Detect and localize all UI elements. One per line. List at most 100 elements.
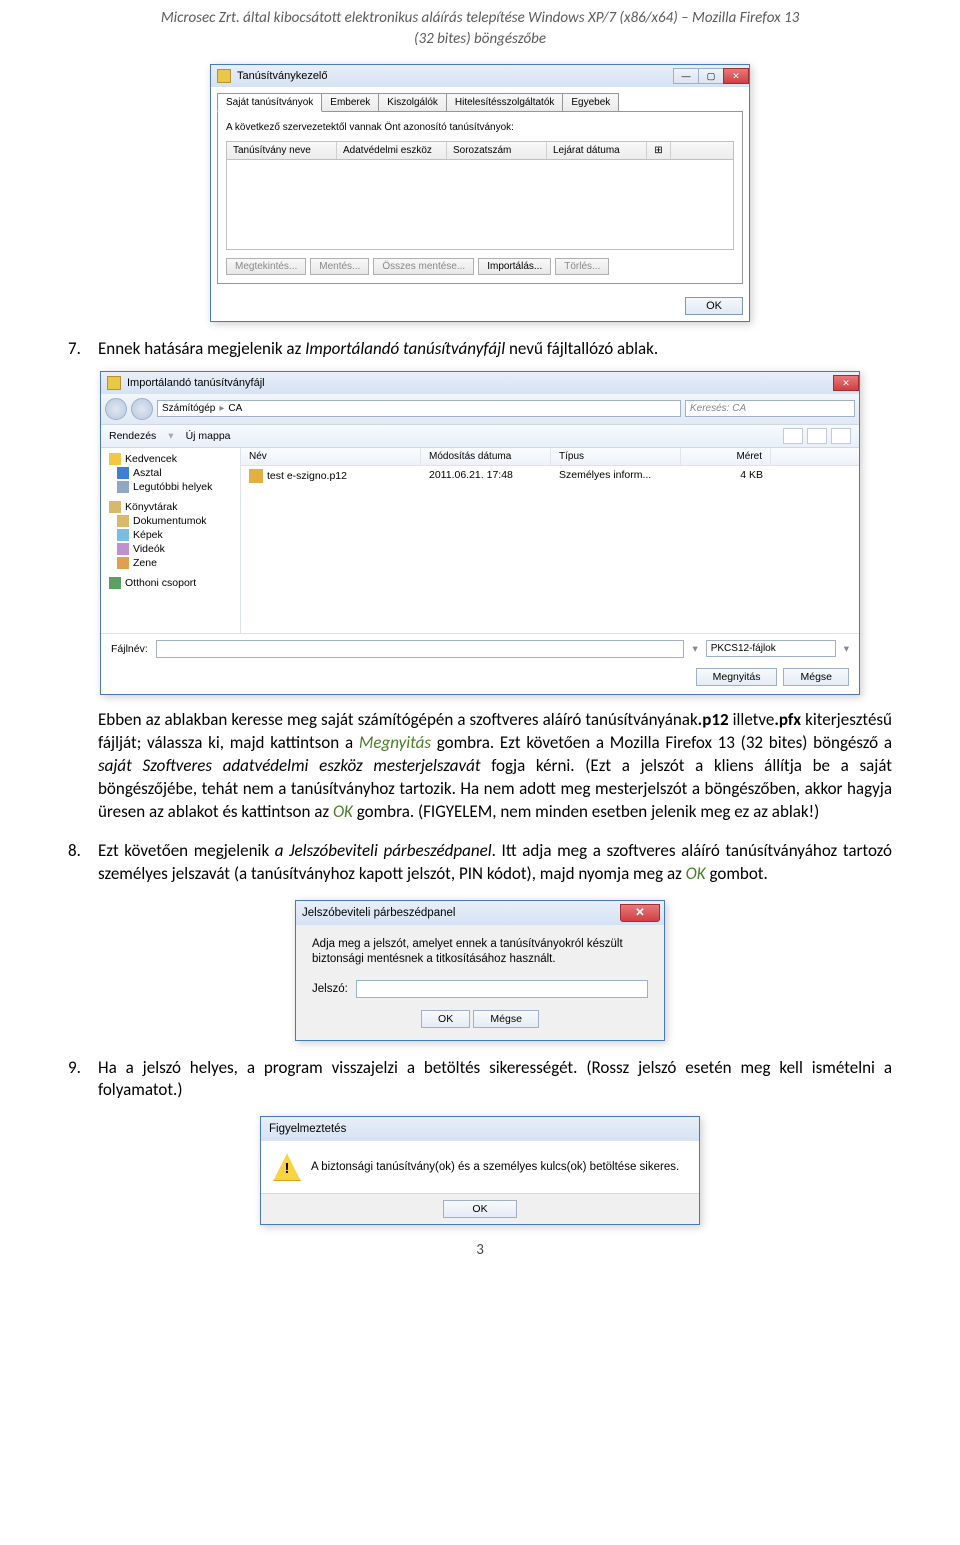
sidebar-libraries[interactable]: Könyvtárak <box>105 500 236 514</box>
help-icon[interactable] <box>831 428 851 444</box>
fileopen-navrow: Számítógép ▸ CA Keresés: CA <box>101 394 859 424</box>
col-expand-icon[interactable]: ⊞ <box>647 142 671 159</box>
alert-titlebar: Figyelmeztetés <box>261 1117 699 1141</box>
file-row[interactable]: test e-szigno.p12 2011.06.21. 17:48 Szem… <box>241 466 859 486</box>
col-cert-name[interactable]: Tanúsítvány neve <box>227 142 337 159</box>
sidebar-recent[interactable]: Legutóbbi helyek <box>105 480 236 494</box>
pwdlg-ok-button[interactable]: OK <box>421 1010 470 1028</box>
organize-button[interactable]: Rendezés <box>109 430 156 442</box>
certmgr-ok-button[interactable]: OK <box>685 297 743 315</box>
list-num-8: 8. <box>68 840 98 886</box>
pwdlg-msg: Adja meg a jelszót, amelyet ennek a tanú… <box>312 937 648 968</box>
col-serial[interactable]: Sorozatszám <box>447 142 547 159</box>
tab-servers[interactable]: Kiszolgálók <box>378 93 447 112</box>
i8-a: Ezt követően megjelenik <box>98 840 275 861</box>
cert-file-icon <box>249 469 263 483</box>
sidebar-desktop[interactable]: Asztal <box>105 466 236 480</box>
sidebar-favorites[interactable]: Kedvencek <box>105 452 236 466</box>
filename-input[interactable] <box>156 640 685 658</box>
view-icons-button[interactable] <box>783 428 803 444</box>
delete-button[interactable]: Törlés... <box>555 258 609 275</box>
chevron-down-icon-2: ▾ <box>844 643 849 655</box>
close-button[interactable]: ✕ <box>723 68 749 84</box>
minimize-button[interactable]: — <box>673 68 699 84</box>
tab-people[interactable]: Emberek <box>321 93 379 112</box>
import-button[interactable]: Importálás... <box>478 258 551 275</box>
p7b-1: Ebben az ablakban keresse meg saját szám… <box>98 709 698 730</box>
backup-all-button[interactable]: Összes mentése... <box>373 258 474 275</box>
fileopen-titlebar: Importálandó tanúsítványfájl ✕ <box>101 372 859 394</box>
view-button[interactable]: Megtekintés... <box>226 258 306 275</box>
pwdlg-cancel-button[interactable]: Mégse <box>473 1010 539 1028</box>
forward-button[interactable] <box>131 398 153 420</box>
homegroup-icon <box>109 577 121 589</box>
breadcrumb[interactable]: Számítógép ▸ CA <box>157 400 681 417</box>
pwdlg-titlebar: Jelszóbeviteli párbeszédpanel ✕ <box>296 901 664 925</box>
fileopen-close-button[interactable]: ✕ <box>833 375 859 391</box>
breadcrumb-ca[interactable]: CA <box>228 403 242 414</box>
fileopen-title: Importálandó tanúsítványfájl <box>127 377 828 389</box>
col-modified[interactable]: Módosítás dátuma <box>421 448 551 465</box>
sidebar-documents[interactable]: Dokumentumok <box>105 514 236 528</box>
sidebar-documents-label: Dokumentumok <box>133 515 207 527</box>
fileopen-footer: Fájlnév: ▾ PKCS12-fájlok ▾ <box>101 633 859 664</box>
p7b-illetve: illetve <box>729 709 775 730</box>
col-name[interactable]: Név <box>241 448 421 465</box>
list-item-7: 7. Ennek hatására megjelenik az Importál… <box>68 338 892 361</box>
documents-icon <box>117 515 129 527</box>
i9-text: Ha a jelszó helyes, a program visszajelz… <box>98 1057 892 1103</box>
sidebar-videos[interactable]: Videók <box>105 542 236 556</box>
fileopen-body: Kedvencek Asztal Legutóbbi helyek Könyvt… <box>101 448 859 633</box>
p7b-p12: .p12 <box>698 709 729 730</box>
item7-text-c: nevű fájltallózó ablak. <box>505 338 658 359</box>
filetype-filter[interactable]: PKCS12-fájlok <box>706 640 836 657</box>
file-size: 4 KB <box>681 468 771 484</box>
open-button[interactable]: Megnyitás <box>696 668 778 686</box>
tab-own-certs[interactable]: Saját tanúsítványok <box>217 93 322 112</box>
pwdlg-label: Jelszó: <box>312 983 348 995</box>
alert-dialog: Figyelmeztetés A biztonsági tanúsítvány(… <box>260 1116 700 1225</box>
certmgr-content: A következő szervezetektől vannak Önt az… <box>217 111 743 284</box>
backup-button[interactable]: Mentés... <box>310 258 369 275</box>
list-num-7: 7. <box>68 338 98 361</box>
certmgr-tabbar: Saját tanúsítványok Emberek Kiszolgálók … <box>211 87 749 112</box>
p7b-5: gombra. (FIGYELEM, nem minden esetben je… <box>353 801 819 822</box>
sidebar-music[interactable]: Zene <box>105 556 236 570</box>
col-size[interactable]: Méret <box>681 448 771 465</box>
sidebar-pictures[interactable]: Képek <box>105 528 236 542</box>
certmgr-desc: A következő szervezetektől vannak Önt az… <box>226 120 734 141</box>
sidebar-music-label: Zene <box>133 557 157 569</box>
certmgr-titlebar: Tanúsítványkezelő — ▢ ✕ <box>211 65 749 87</box>
file-modified: 2011.06.21. 17:48 <box>421 468 551 484</box>
maximize-button[interactable]: ▢ <box>698 68 724 84</box>
chevron-down-icon: ▾ <box>692 643 697 655</box>
col-type[interactable]: Típus <box>551 448 681 465</box>
sidebar-homegroup[interactable]: Otthoni csoport <box>105 576 236 590</box>
tab-others[interactable]: Egyebek <box>562 93 619 112</box>
alert-ok-button[interactable]: OK <box>443 1200 516 1218</box>
col-sec-device[interactable]: Adatvédelmi eszköz <box>337 142 447 159</box>
pwdlg-close-button[interactable]: ✕ <box>620 904 660 922</box>
music-icon <box>117 557 129 569</box>
p7b-pfx: .pfx <box>774 709 801 730</box>
search-input[interactable]: Keresés: CA <box>685 400 855 417</box>
pwdlg-title: Jelszóbeviteli párbeszédpanel <box>302 907 620 919</box>
view-preview-button[interactable] <box>807 428 827 444</box>
back-button[interactable] <box>105 398 127 420</box>
col-expiry[interactable]: Lejárat dátuma <box>547 142 647 159</box>
desktop-icon <box>117 467 129 479</box>
newfolder-button[interactable]: Új mappa <box>186 430 231 442</box>
item7-text-a: Ennek hatására megjelenik az <box>98 338 305 359</box>
sidebar-pictures-label: Képek <box>133 529 163 541</box>
tab-authorities[interactable]: Hitelesítésszolgáltatók <box>446 93 564 112</box>
p7b-sajat: saját Szoftveres adatvédelmi eszköz mest… <box>98 755 481 776</box>
fileopen-window: Importálandó tanúsítványfájl ✕ Számítógé… <box>100 371 860 695</box>
fileopen-toolbar: Rendezés ▾ Új mappa <box>101 424 859 448</box>
page-number: 3 <box>68 1241 892 1259</box>
file-type: Személyes inform... <box>551 468 681 484</box>
star-icon <box>109 453 121 465</box>
cancel-button[interactable]: Mégse <box>783 668 849 686</box>
breadcrumb-computer[interactable]: Számítógép <box>162 403 215 414</box>
password-input[interactable] <box>356 980 648 998</box>
chevron-right-icon: ▸ <box>219 403 224 414</box>
